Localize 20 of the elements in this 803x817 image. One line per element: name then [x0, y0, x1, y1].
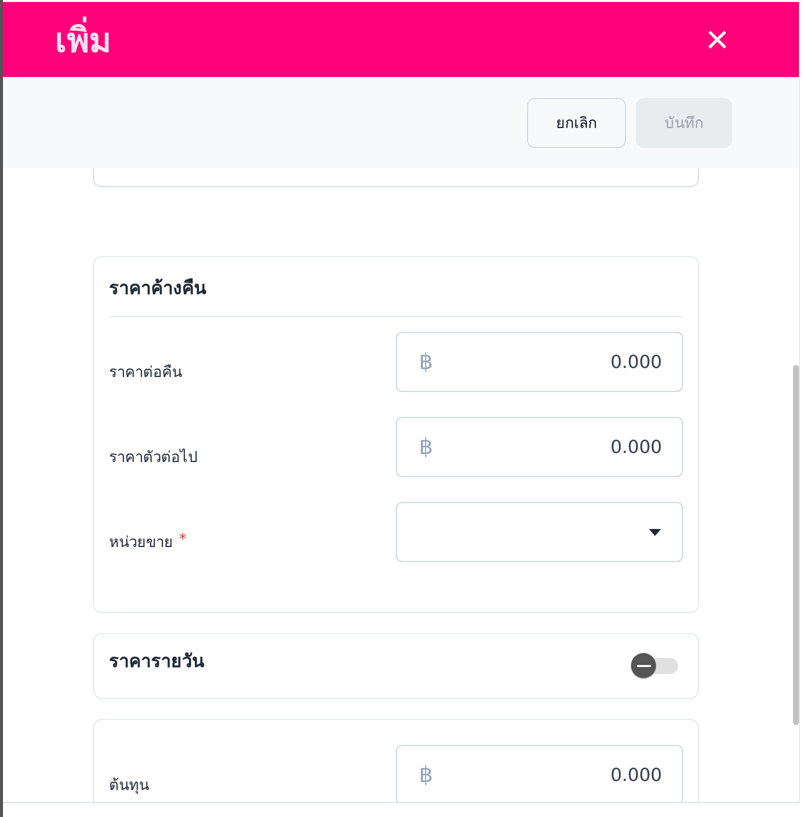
caret-icon: [649, 528, 661, 536]
price-field[interactable]: ฿ 0.000: [396, 332, 683, 392]
baht-icon: ฿: [419, 434, 433, 460]
required-mark: *: [179, 530, 186, 550]
section-title: ราคารายวัน: [109, 650, 204, 674]
scrollbar[interactable]: [793, 365, 799, 725]
field-label: ราคาตัวต่อไป: [109, 447, 198, 468]
close-button[interactable]: ×: [706, 20, 729, 60]
field-label: ต้นทุน: [109, 775, 149, 796]
dialog-title: เพิ่ม: [55, 12, 111, 66]
baht-icon: ฿: [419, 762, 433, 788]
cancel-button[interactable]: ยกเลิก: [527, 98, 626, 148]
price-field[interactable]: ฿ 0.000: [396, 417, 683, 477]
section-title: ราคาค้างคืน: [109, 257, 683, 317]
price-field[interactable]: ฿ 0.000: [396, 745, 683, 802]
field-label: ราคาต่อคืน: [109, 362, 182, 383]
field-label: หน่วยขาย: [109, 532, 173, 553]
unit-dropdown[interactable]: [396, 502, 683, 562]
toggle-switch[interactable]: [630, 652, 680, 680]
baht-icon: ฿: [419, 350, 433, 374]
